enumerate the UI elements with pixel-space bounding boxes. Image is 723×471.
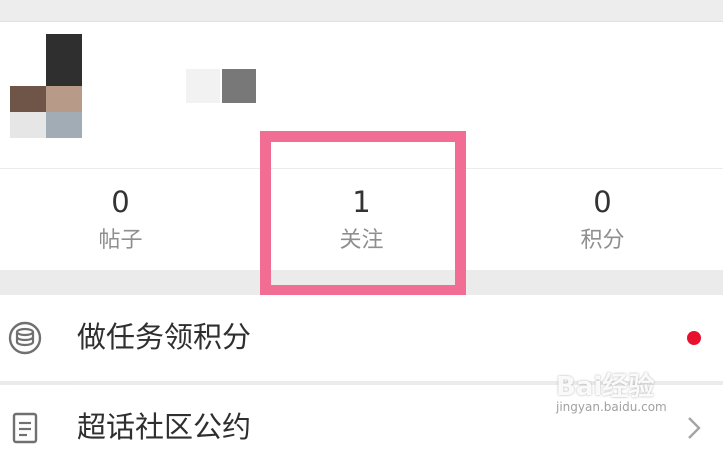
- menu-item-community-rules[interactable]: 超话社区公约: [0, 385, 723, 471]
- avatar-pixel: [46, 86, 82, 112]
- menu-item-tasks-label: 做任务领积分: [77, 320, 252, 354]
- avatar-pixel: [10, 34, 46, 86]
- stat-posts-count: 0: [111, 185, 130, 219]
- profile-card: 0 帖子 1 关注 0 积分: [0, 22, 723, 270]
- username-pixel: [186, 69, 220, 103]
- stat-points[interactable]: 0 积分: [482, 169, 723, 270]
- notification-dot: [687, 331, 701, 345]
- stat-posts-label: 帖子: [98, 228, 143, 253]
- stat-following[interactable]: 1 关注: [241, 169, 482, 270]
- menu-item-tasks[interactable]: 做任务领积分: [0, 295, 723, 381]
- top-strip: [0, 0, 723, 22]
- stat-following-label: 关注: [339, 228, 384, 253]
- menu-item-community-rules-label: 超话社区公约: [77, 410, 252, 444]
- avatar-pixel: [10, 86, 46, 112]
- stat-following-count: 1: [352, 185, 371, 219]
- avatar-pixel: [46, 112, 82, 138]
- document-list-icon: [8, 411, 42, 445]
- chevron-right-icon: [685, 415, 703, 441]
- stat-points-label: 积分: [580, 228, 625, 253]
- avatar[interactable]: [10, 34, 82, 138]
- stat-points-count: 0: [593, 185, 612, 219]
- username-pixel: [222, 69, 256, 103]
- stat-posts[interactable]: 0 帖子: [0, 169, 241, 270]
- username-pixelated: [186, 69, 256, 103]
- avatar-pixel: [46, 34, 82, 86]
- coins-icon: [8, 321, 42, 355]
- stats-row: 0 帖子 1 关注 0 积分: [0, 169, 723, 270]
- avatar-pixel: [10, 112, 46, 138]
